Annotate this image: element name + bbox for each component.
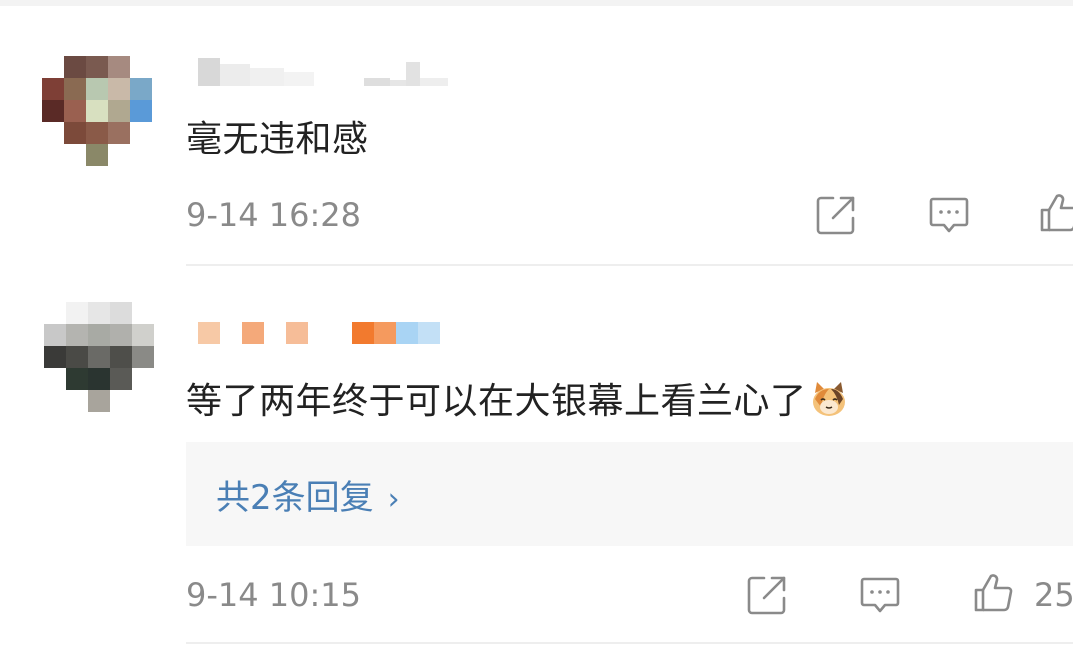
share-icon[interactable] [746,574,788,616]
comment-list: 毫无违和感 9-14 16:28 等了两年终于可以在大银幕上看兰心了 共2条回复… [0,0,1073,657]
chevron-right-icon: › [387,482,400,517]
cat-emoji-icon [812,382,845,416]
like-count: 25 [1034,576,1073,614]
comment-timestamp: 9-14 10:15 [186,576,362,614]
username[interactable] [198,322,440,344]
avatar[interactable] [44,302,154,412]
comment-item: 等了两年终于可以在大银幕上看兰心了 共2条回复 › 9-14 10:15 25 [0,0,1073,657]
replies-panel[interactable]: 共2条回复 › [186,442,1073,546]
replies-label[interactable]: 共2条回复 [216,478,374,518]
comment-divider [186,642,1073,644]
comment-text-body: 等了两年终于可以在大银幕上看兰心了 [186,381,807,422]
comment-text: 等了两年终于可以在大银幕上看兰心了 [186,372,849,424]
view-replies-link[interactable]: 共2条回复 › [216,470,400,519]
thumbs-up-icon[interactable] [972,572,1014,614]
comment-icon[interactable] [859,574,901,616]
